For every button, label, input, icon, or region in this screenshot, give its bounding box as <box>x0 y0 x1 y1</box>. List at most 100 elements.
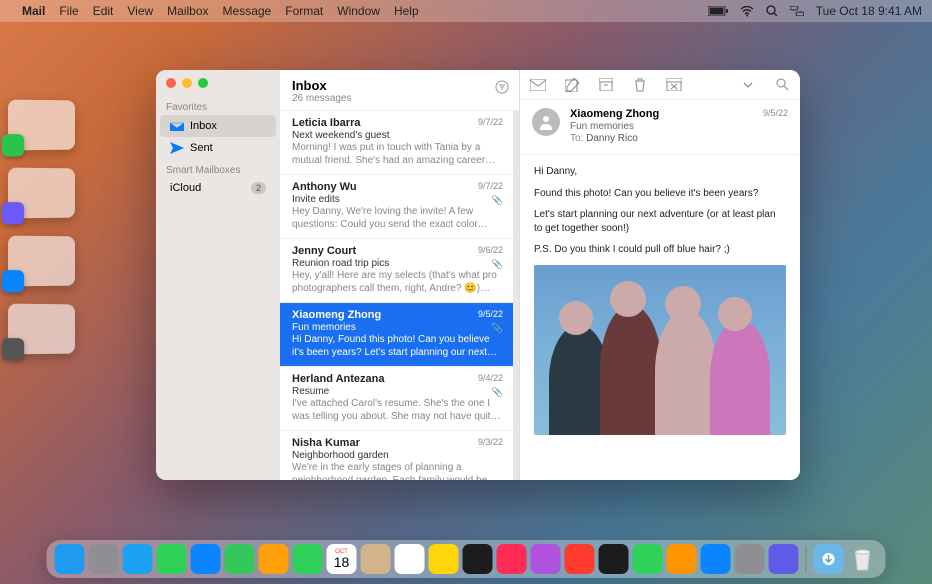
control-center-icon[interactable] <box>790 6 804 16</box>
sidebar-item-inbox[interactable]: Inbox <box>160 115 276 137</box>
dock-reminders[interactable] <box>395 544 425 574</box>
dock-messages[interactable] <box>157 544 187 574</box>
message-header: Xiaomeng Zhong Fun memories To: Danny Ri… <box>520 100 800 155</box>
body-line: Let's start planning our next adventure … <box>534 208 786 235</box>
message-subject: Reunion road trip pics <box>292 258 501 269</box>
app-menu[interactable]: Mail <box>22 4 45 18</box>
menu-view[interactable]: View <box>127 4 153 18</box>
message-date: 9/7/22 <box>478 181 503 191</box>
window-controls <box>156 70 280 96</box>
message-reader-pane: Xiaomeng Zhong Fun memories To: Danny Ri… <box>520 70 800 480</box>
message-count: 26 messages <box>292 93 507 104</box>
attachment-icon: 📎 <box>492 387 503 398</box>
dock-podcasts[interactable] <box>531 544 561 574</box>
menu-file[interactable]: File <box>59 4 78 18</box>
message-row[interactable]: Nisha Kumar9/3/22Neighborhood gardenWe'r… <box>280 431 513 480</box>
stage-manager <box>8 100 80 354</box>
mailbox-title: Inbox <box>292 78 507 93</box>
sidebar-item-icloud[interactable]: iCloud 2 <box>160 178 276 198</box>
dock-launchpad[interactable] <box>89 544 119 574</box>
stage-thumb[interactable] <box>8 100 75 151</box>
message-from: Jenny Court <box>292 245 501 257</box>
clock[interactable]: Tue Oct 18 9:41 AM <box>816 4 922 18</box>
menu-help[interactable]: Help <box>394 4 419 18</box>
menu-format[interactable]: Format <box>285 4 323 18</box>
icloud-badge: 2 <box>251 182 266 194</box>
message-row[interactable]: Jenny Court9/6/22📎Reunion road trip pics… <box>280 239 513 303</box>
dock-news[interactable] <box>565 544 595 574</box>
dock-facetime[interactable] <box>293 544 323 574</box>
message-row[interactable]: Xiaomeng Zhong9/5/22📎Fun memoriesHi Dann… <box>280 303 513 367</box>
message-subject: Fun memories <box>570 121 786 132</box>
archive-icon[interactable] <box>598 77 614 93</box>
message-preview: Hey Danny, We're loving the invite! A fe… <box>292 206 501 231</box>
dock-finder[interactable] <box>55 544 85 574</box>
dock-photos[interactable] <box>259 544 289 574</box>
sidebar-item-sent[interactable]: Sent <box>160 137 276 159</box>
menubar: Mail File Edit View Mailbox Message Form… <box>0 0 932 22</box>
zoom-button[interactable] <box>198 78 208 88</box>
menu-message[interactable]: Message <box>223 4 272 18</box>
more-icon[interactable] <box>740 77 756 93</box>
sent-icon <box>170 141 184 155</box>
minimize-button[interactable] <box>182 78 192 88</box>
message-row[interactable]: Anthony Wu9/7/22📎Invite editsHey Danny, … <box>280 175 513 239</box>
dock-music[interactable] <box>497 544 527 574</box>
battery-icon[interactable] <box>708 6 728 16</box>
message-preview: Morning! I was put in touch with Tania b… <box>292 142 501 167</box>
message-list-pane: Inbox 26 messages Leticia Ibarra9/7/22Ne… <box>280 70 520 480</box>
message-date: 9/6/22 <box>478 245 503 255</box>
dock-safari[interactable] <box>123 544 153 574</box>
sender-avatar <box>532 108 560 136</box>
spotlight-icon[interactable] <box>766 5 778 17</box>
mail-window: Favorites Inbox Sent Smart Mailboxes iCl… <box>156 70 800 480</box>
dock-shortcuts[interactable] <box>769 544 799 574</box>
message-row[interactable]: Herland Antezana9/4/22📎ResumeI've attach… <box>280 367 513 431</box>
settings-app-icon <box>2 338 24 360</box>
stage-thumb[interactable] <box>8 168 75 219</box>
menu-edit[interactable]: Edit <box>93 4 114 18</box>
dock-numbers[interactable] <box>633 544 663 574</box>
dock-tv[interactable] <box>463 544 493 574</box>
search-icon[interactable] <box>774 77 790 93</box>
safari-app-icon <box>2 270 24 292</box>
dock-appstore[interactable] <box>701 544 731 574</box>
list-header: Inbox 26 messages <box>280 70 519 111</box>
message-subject: Neighborhood garden <box>292 450 501 461</box>
messages-app-icon <box>2 134 24 156</box>
message-subject: Fun memories <box>292 322 501 333</box>
attachment-icon: 📎 <box>492 323 503 334</box>
reader-toolbar <box>520 70 800 100</box>
dock-contacts[interactable] <box>361 544 391 574</box>
menu-mailbox[interactable]: Mailbox <box>167 4 208 18</box>
filter-icon[interactable] <box>495 80 509 94</box>
message-subject: Invite edits <box>292 194 501 205</box>
dock-mail[interactable] <box>191 544 221 574</box>
menu-window[interactable]: Window <box>337 4 380 18</box>
close-button[interactable] <box>166 78 176 88</box>
message-body: Hi Danny, Found this photo! Can you beli… <box>520 155 800 480</box>
message-subject: Next weekend's guest <box>292 130 501 141</box>
wifi-icon[interactable] <box>740 6 754 17</box>
message-list[interactable]: Leticia Ibarra9/7/22Next weekend's guest… <box>280 111 519 480</box>
dock-pages[interactable] <box>667 544 697 574</box>
dock-trash[interactable] <box>848 544 878 574</box>
dock-stocks[interactable] <box>599 544 629 574</box>
stage-thumb[interactable] <box>8 236 75 287</box>
dock-calendar[interactable]: OCT18 <box>327 544 357 574</box>
dock-notes[interactable] <box>429 544 459 574</box>
shortcuts-app-icon <box>2 202 24 224</box>
message-subject: Resume <box>292 386 501 397</box>
trash-icon[interactable] <box>632 77 648 93</box>
message-date: 9/5/22 <box>763 108 788 118</box>
stage-thumb[interactable] <box>8 304 75 355</box>
junk-icon[interactable] <box>666 77 682 93</box>
message-row[interactable]: Leticia Ibarra9/7/22Next weekend's guest… <box>280 111 513 175</box>
dock-downloads[interactable] <box>814 544 844 574</box>
attached-photo[interactable] <box>534 265 786 435</box>
dock-settings[interactable] <box>735 544 765 574</box>
compose-icon[interactable] <box>564 77 580 93</box>
dock-maps[interactable] <box>225 544 255 574</box>
envelope-icon[interactable] <box>530 77 546 93</box>
sidebar-item-label: Sent <box>190 142 213 154</box>
